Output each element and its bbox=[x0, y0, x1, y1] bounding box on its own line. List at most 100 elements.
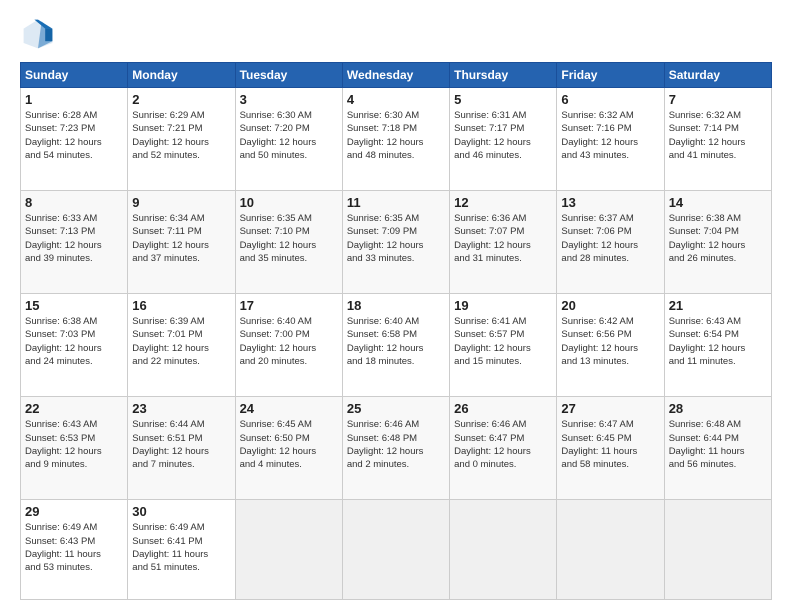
header-row: SundayMondayTuesdayWednesdayThursdayFrid… bbox=[21, 63, 772, 88]
day-info: Sunrise: 6:28 AM Sunset: 7:23 PM Dayligh… bbox=[25, 109, 123, 162]
day-number: 3 bbox=[240, 92, 338, 107]
day-number: 10 bbox=[240, 195, 338, 210]
calendar-table: SundayMondayTuesdayWednesdayThursdayFrid… bbox=[20, 62, 772, 600]
day-info: Sunrise: 6:46 AM Sunset: 6:48 PM Dayligh… bbox=[347, 418, 445, 471]
day-cell bbox=[450, 500, 557, 600]
day-info: Sunrise: 6:49 AM Sunset: 6:43 PM Dayligh… bbox=[25, 521, 123, 574]
day-info: Sunrise: 6:47 AM Sunset: 6:45 PM Dayligh… bbox=[561, 418, 659, 471]
day-number: 20 bbox=[561, 298, 659, 313]
logo bbox=[20, 16, 60, 52]
day-cell: 8Sunrise: 6:33 AM Sunset: 7:13 PM Daylig… bbox=[21, 191, 128, 294]
day-info: Sunrise: 6:49 AM Sunset: 6:41 PM Dayligh… bbox=[132, 521, 230, 574]
day-info: Sunrise: 6:35 AM Sunset: 7:10 PM Dayligh… bbox=[240, 212, 338, 265]
day-number: 7 bbox=[669, 92, 767, 107]
day-number: 4 bbox=[347, 92, 445, 107]
logo-icon bbox=[20, 16, 56, 52]
col-header-sunday: Sunday bbox=[21, 63, 128, 88]
day-number: 17 bbox=[240, 298, 338, 313]
week-row-3: 15 Sunrise: 6:38 AM Sunset: 7:03 PM Dayli… bbox=[21, 294, 772, 397]
day-cell bbox=[664, 500, 771, 600]
day-number: 23 bbox=[132, 401, 230, 416]
day-number: 6 bbox=[561, 92, 659, 107]
day-cell: 25 Sunrise: 6:46 AM Sunset: 6:48 PM Dayli… bbox=[342, 397, 449, 500]
day-cell: 21Sunrise: 6:43 AM Sunset: 6:54 PM Dayli… bbox=[664, 294, 771, 397]
day-info: Sunrise: 6:32 AM Sunset: 7:16 PM Dayligh… bbox=[561, 109, 659, 162]
day-cell: 18 Sunrise: 6:40 AM Sunset: 6:58 PM Dayli… bbox=[342, 294, 449, 397]
day-info: Sunrise: 6:43 AM Sunset: 6:53 PM Dayligh… bbox=[25, 418, 123, 471]
day-info: Sunrise: 6:30 AM Sunset: 7:18 PM Dayligh… bbox=[347, 109, 445, 162]
day-number: 25 bbox=[347, 401, 445, 416]
day-info: Sunrise: 6:48 AM Sunset: 6:44 PM Dayligh… bbox=[669, 418, 767, 471]
day-cell: 13 Sunrise: 6:37 AM Sunset: 7:06 PM Dayli… bbox=[557, 191, 664, 294]
day-info: Sunrise: 6:40 AM Sunset: 6:58 PM Dayligh… bbox=[347, 315, 445, 368]
day-info: Sunrise: 6:32 AM Sunset: 7:14 PM Dayligh… bbox=[669, 109, 767, 162]
col-header-saturday: Saturday bbox=[664, 63, 771, 88]
day-info: Sunrise: 6:44 AM Sunset: 6:51 PM Dayligh… bbox=[132, 418, 230, 471]
day-cell: 1 Sunrise: 6:28 AM Sunset: 7:23 PM Daylig… bbox=[21, 88, 128, 191]
header bbox=[20, 16, 772, 52]
day-info: Sunrise: 6:39 AM Sunset: 7:01 PM Dayligh… bbox=[132, 315, 230, 368]
day-cell: 16 Sunrise: 6:39 AM Sunset: 7:01 PM Dayli… bbox=[128, 294, 235, 397]
day-number: 19 bbox=[454, 298, 552, 313]
col-header-friday: Friday bbox=[557, 63, 664, 88]
day-number: 14 bbox=[669, 195, 767, 210]
day-cell: 30 Sunrise: 6:49 AM Sunset: 6:41 PM Dayli… bbox=[128, 500, 235, 600]
day-info: Sunrise: 6:30 AM Sunset: 7:20 PM Dayligh… bbox=[240, 109, 338, 162]
day-cell: 6 Sunrise: 6:32 AM Sunset: 7:16 PM Daylig… bbox=[557, 88, 664, 191]
day-number: 24 bbox=[240, 401, 338, 416]
day-cell: 10 Sunrise: 6:35 AM Sunset: 7:10 PM Dayli… bbox=[235, 191, 342, 294]
day-cell bbox=[557, 500, 664, 600]
day-cell bbox=[342, 500, 449, 600]
day-number: 22 bbox=[25, 401, 123, 416]
week-row-1: 1 Sunrise: 6:28 AM Sunset: 7:23 PM Daylig… bbox=[21, 88, 772, 191]
day-cell: 4 Sunrise: 6:30 AM Sunset: 7:18 PM Daylig… bbox=[342, 88, 449, 191]
day-cell: 17 Sunrise: 6:40 AM Sunset: 7:00 PM Dayli… bbox=[235, 294, 342, 397]
day-cell: 5 Sunrise: 6:31 AM Sunset: 7:17 PM Daylig… bbox=[450, 88, 557, 191]
day-cell: 22 Sunrise: 6:43 AM Sunset: 6:53 PM Dayli… bbox=[21, 397, 128, 500]
day-info: Sunrise: 6:38 AM Sunset: 7:04 PM Dayligh… bbox=[669, 212, 767, 265]
day-info: Sunrise: 6:38 AM Sunset: 7:03 PM Dayligh… bbox=[25, 315, 123, 368]
day-info: Sunrise: 6:46 AM Sunset: 6:47 PM Dayligh… bbox=[454, 418, 552, 471]
day-info: Sunrise: 6:31 AM Sunset: 7:17 PM Dayligh… bbox=[454, 109, 552, 162]
day-info: Sunrise: 6:34 AM Sunset: 7:11 PM Dayligh… bbox=[132, 212, 230, 265]
day-cell: 12Sunrise: 6:36 AM Sunset: 7:07 PM Dayli… bbox=[450, 191, 557, 294]
day-number: 5 bbox=[454, 92, 552, 107]
day-number: 18 bbox=[347, 298, 445, 313]
day-number: 29 bbox=[25, 504, 123, 519]
day-info: Sunrise: 6:40 AM Sunset: 7:00 PM Dayligh… bbox=[240, 315, 338, 368]
week-row-2: 8Sunrise: 6:33 AM Sunset: 7:13 PM Daylig… bbox=[21, 191, 772, 294]
day-number: 11 bbox=[347, 195, 445, 210]
day-info: Sunrise: 6:42 AM Sunset: 6:56 PM Dayligh… bbox=[561, 315, 659, 368]
day-number: 9 bbox=[132, 195, 230, 210]
day-cell: 14 Sunrise: 6:38 AM Sunset: 7:04 PM Dayli… bbox=[664, 191, 771, 294]
day-number: 16 bbox=[132, 298, 230, 313]
day-number: 8 bbox=[25, 195, 123, 210]
page: SundayMondayTuesdayWednesdayThursdayFrid… bbox=[0, 0, 792, 612]
col-header-wednesday: Wednesday bbox=[342, 63, 449, 88]
day-number: 15 bbox=[25, 298, 123, 313]
day-info: Sunrise: 6:45 AM Sunset: 6:50 PM Dayligh… bbox=[240, 418, 338, 471]
day-cell: 29 Sunrise: 6:49 AM Sunset: 6:43 PM Dayli… bbox=[21, 500, 128, 600]
day-number: 27 bbox=[561, 401, 659, 416]
week-row-5: 29 Sunrise: 6:49 AM Sunset: 6:43 PM Dayli… bbox=[21, 500, 772, 600]
day-cell: 20 Sunrise: 6:42 AM Sunset: 6:56 PM Dayli… bbox=[557, 294, 664, 397]
col-header-thursday: Thursday bbox=[450, 63, 557, 88]
col-header-monday: Monday bbox=[128, 63, 235, 88]
day-info: Sunrise: 6:41 AM Sunset: 6:57 PM Dayligh… bbox=[454, 315, 552, 368]
day-number: 13 bbox=[561, 195, 659, 210]
day-info: Sunrise: 6:43 AM Sunset: 6:54 PM Dayligh… bbox=[669, 315, 767, 368]
day-cell: 26 Sunrise: 6:46 AM Sunset: 6:47 PM Dayli… bbox=[450, 397, 557, 500]
day-cell: 11Sunrise: 6:35 AM Sunset: 7:09 PM Dayli… bbox=[342, 191, 449, 294]
col-header-tuesday: Tuesday bbox=[235, 63, 342, 88]
day-number: 30 bbox=[132, 504, 230, 519]
day-number: 12 bbox=[454, 195, 552, 210]
day-number: 26 bbox=[454, 401, 552, 416]
day-cell: 19 Sunrise: 6:41 AM Sunset: 6:57 PM Dayli… bbox=[450, 294, 557, 397]
day-cell: 15 Sunrise: 6:38 AM Sunset: 7:03 PM Dayli… bbox=[21, 294, 128, 397]
day-cell: 9 Sunrise: 6:34 AM Sunset: 7:11 PM Daylig… bbox=[128, 191, 235, 294]
day-cell: 27 Sunrise: 6:47 AM Sunset: 6:45 PM Dayli… bbox=[557, 397, 664, 500]
day-number: 1 bbox=[25, 92, 123, 107]
day-cell: 28Sunrise: 6:48 AM Sunset: 6:44 PM Dayli… bbox=[664, 397, 771, 500]
day-cell: 3 Sunrise: 6:30 AM Sunset: 7:20 PM Daylig… bbox=[235, 88, 342, 191]
day-info: Sunrise: 6:37 AM Sunset: 7:06 PM Dayligh… bbox=[561, 212, 659, 265]
